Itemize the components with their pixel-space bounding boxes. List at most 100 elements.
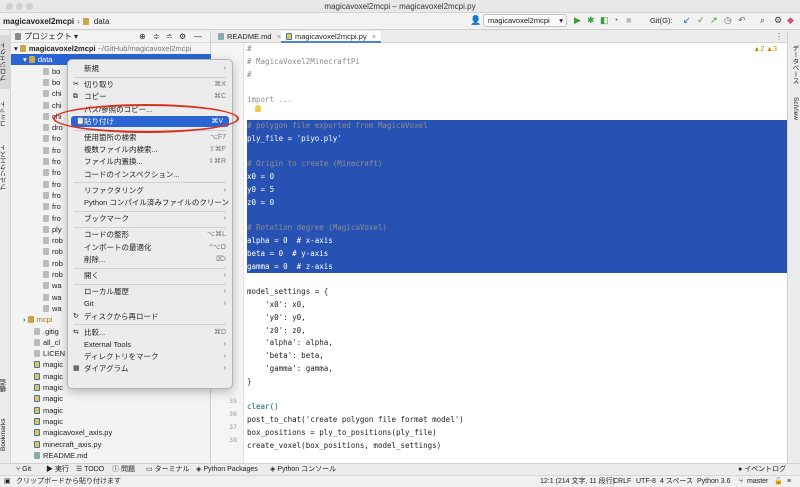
settings-icon[interactable]: ⚙ bbox=[774, 15, 782, 26]
status-line-separator[interactable]: CRLF bbox=[613, 476, 631, 487]
profile-icon[interactable]: ◔ bbox=[613, 15, 618, 26]
status-branch[interactable]: master bbox=[747, 476, 768, 487]
menu-item[interactable]: 使用箇所の検索 ⌥F7 bbox=[68, 132, 232, 144]
code-editor[interactable]: 35 36 37 38 # # MagicaVoxel2MinecraftPi # i… bbox=[211, 43, 787, 463]
chevron-down-icon[interactable]: ▾ bbox=[23, 55, 27, 64]
minimize-window-button[interactable] bbox=[16, 3, 23, 10]
tab-sciview[interactable]: SciView bbox=[792, 97, 799, 127]
menu-item[interactable]: 複数ファイル内検索... ⇧⌘F bbox=[68, 144, 232, 156]
status-encoding[interactable]: UTF-8 bbox=[636, 476, 656, 487]
menu-item[interactable]: ブックマーク › bbox=[68, 213, 232, 225]
jetbrains-logo-icon: ◆ bbox=[787, 15, 794, 25]
tool-python-console[interactable]: ◈ Python コンソール bbox=[270, 464, 336, 475]
menu-item[interactable]: 📋 貼り付け ⌘V bbox=[71, 115, 229, 128]
menu-item[interactable]: ✂ 切り取り ⌘X bbox=[68, 79, 232, 91]
zoom-window-button[interactable] bbox=[26, 3, 33, 10]
chevron-right-icon: › bbox=[223, 341, 226, 348]
more-tabs-icon[interactable]: ⋮ bbox=[775, 32, 783, 41]
run-configuration-select[interactable]: magicavoxel2mcpi ▾ bbox=[483, 14, 567, 27]
tool-problems[interactable]: ⓘ 問題 bbox=[112, 464, 135, 475]
search-icon[interactable]: ⌕ bbox=[760, 15, 765, 26]
menu-item-label: ダイアグラム bbox=[84, 364, 129, 374]
menu-item[interactable]: 削除... ⌦ bbox=[68, 254, 232, 266]
git-label: Git(G): bbox=[650, 16, 673, 25]
tree-file[interactable]: magic bbox=[11, 405, 211, 416]
stop-icon[interactable]: ■ bbox=[626, 15, 631, 26]
status-interpreter[interactable]: Python 3.6 bbox=[697, 476, 730, 487]
tool-run[interactable]: ▶ 実行 bbox=[46, 464, 69, 475]
notifications-icon[interactable]: ≡ bbox=[787, 476, 791, 487]
git-update-icon[interactable]: ↙ bbox=[683, 15, 691, 26]
status-caret-position[interactable]: 12:1 (214 文字, 11 段行) bbox=[540, 476, 615, 487]
tab-readme[interactable]: README.md × bbox=[213, 31, 286, 43]
tab-database[interactable]: データベース bbox=[789, 45, 799, 85]
menu-item[interactable]: Python コンパイル済みファイルのクリーン bbox=[68, 197, 232, 209]
close-window-button[interactable] bbox=[6, 3, 13, 10]
tab-pull-requests[interactable]: プルリクエスト bbox=[0, 137, 11, 197]
inspection-widget[interactable]: ▲2 ▲3 bbox=[753, 46, 777, 53]
menu-item[interactable]: インポートの最適化 ^⌥O bbox=[68, 242, 232, 254]
menu-item[interactable]: ディレクトリをマーク › bbox=[68, 351, 232, 363]
menu-item-shortcut: ⇧⌘F bbox=[208, 146, 226, 154]
collapse-all-icon[interactable]: ≑ bbox=[153, 32, 160, 41]
menu-item[interactable]: 新規 › bbox=[68, 63, 232, 75]
menu-item[interactable]: ファイル内置換... ⇧⌘R bbox=[68, 156, 232, 168]
tool-todo[interactable]: ☰ TODO bbox=[76, 464, 104, 475]
tree-root[interactable]: ▾ magicavoxel2mcpi ~/GitHub/magicavoxel2… bbox=[11, 43, 211, 54]
tab-structure[interactable]: 構造 bbox=[0, 376, 11, 396]
breadcrumb-folder[interactable]: data bbox=[80, 17, 113, 26]
menu-item[interactable]: コードのインスペクション... bbox=[68, 169, 232, 181]
menu-item[interactable]: ローカル履歴 › bbox=[68, 286, 232, 298]
chevron-right-icon[interactable]: › bbox=[23, 315, 26, 324]
run-icon[interactable]: ▶ bbox=[574, 15, 581, 26]
hide-icon[interactable]: — bbox=[194, 32, 202, 41]
menu-item[interactable]: ⧉ コピー ⌘C bbox=[68, 91, 232, 103]
coverage-icon[interactable]: ◧ bbox=[600, 15, 609, 26]
menu-item[interactable]: リファクタリング › bbox=[68, 185, 232, 197]
menu-item[interactable]: ⇆ 比較... ⌘D bbox=[68, 327, 232, 339]
chevron-down-icon[interactable]: ▾ bbox=[14, 44, 18, 53]
menu-item-icon: ▦ bbox=[73, 365, 80, 373]
menu-item[interactable]: パス/参照のコピー... bbox=[68, 104, 232, 116]
status-layout-icon[interactable]: ▣ bbox=[4, 476, 11, 487]
close-icon[interactable]: × bbox=[372, 32, 376, 41]
expand-all-icon[interactable]: ≐ bbox=[166, 32, 173, 41]
menu-item[interactable]: External Tools › bbox=[68, 339, 232, 351]
user-icon[interactable]: 👤 bbox=[470, 15, 481, 26]
tab-magicavoxel2mcpi[interactable]: magicavoxel2mcpi.py × bbox=[281, 31, 382, 43]
tree-file[interactable]: README.md bbox=[11, 450, 211, 461]
chevron-right-icon: › bbox=[223, 65, 226, 72]
tool-terminal[interactable]: ▭ ターミナル bbox=[146, 464, 190, 475]
menu-item[interactable]: 開く › bbox=[68, 270, 232, 282]
tab-commit[interactable]: コミット bbox=[0, 97, 11, 131]
debug-icon[interactable]: ✱ bbox=[587, 15, 595, 26]
tool-python-packages[interactable]: ◈ Python Packages bbox=[196, 464, 258, 475]
lock-icon[interactable]: 🔓 bbox=[774, 476, 783, 487]
menu-item[interactable]: ↻ ディスクから再ロード bbox=[68, 311, 232, 323]
menu-item[interactable]: コードの整形 ⌥⌘L bbox=[68, 229, 232, 241]
tree-file[interactable]: magicavoxel_axis.py bbox=[11, 427, 211, 438]
tool-event-log[interactable]: ● イベントログ bbox=[738, 464, 786, 475]
chevron-down-icon[interactable]: ▾ bbox=[74, 32, 78, 41]
rollback-icon[interactable]: ↶ bbox=[738, 15, 746, 26]
tree-file[interactable]: minecraft_axis.py bbox=[11, 439, 211, 450]
tree-file[interactable]: magic bbox=[11, 416, 211, 427]
history-icon[interactable]: ◷ bbox=[724, 15, 732, 26]
project-panel-title[interactable]: プロジェクト bbox=[24, 31, 72, 42]
add-icon[interactable]: ⊕ bbox=[139, 32, 146, 41]
git-commit-icon[interactable]: ✓ bbox=[697, 15, 705, 26]
gear-icon[interactable]: ⚙ bbox=[179, 32, 186, 41]
status-indent[interactable]: 4 スペース bbox=[660, 476, 693, 487]
tab-bookmarks[interactable]: Bookmarks bbox=[0, 413, 11, 457]
menu-item-shortcut: ⌘D bbox=[213, 328, 226, 336]
breadcrumb-project[interactable]: magicavoxel2mcpi bbox=[0, 17, 77, 26]
tool-git[interactable]: ⑂ Git bbox=[16, 464, 31, 475]
code-line: 'beta': beta, bbox=[247, 351, 324, 361]
tree-item-label: README.md bbox=[43, 450, 88, 460]
tree-file[interactable]: magic bbox=[11, 393, 211, 404]
code-area[interactable]: # # MagicaVoxel2MinecraftPi # import ... # p… bbox=[247, 43, 787, 463]
git-push-icon[interactable]: ↗ bbox=[710, 15, 718, 26]
menu-item[interactable]: ▦ ダイアグラム › bbox=[68, 363, 232, 375]
tab-project[interactable]: プロジェクト bbox=[0, 35, 11, 89]
menu-item[interactable]: Git › bbox=[68, 298, 232, 310]
